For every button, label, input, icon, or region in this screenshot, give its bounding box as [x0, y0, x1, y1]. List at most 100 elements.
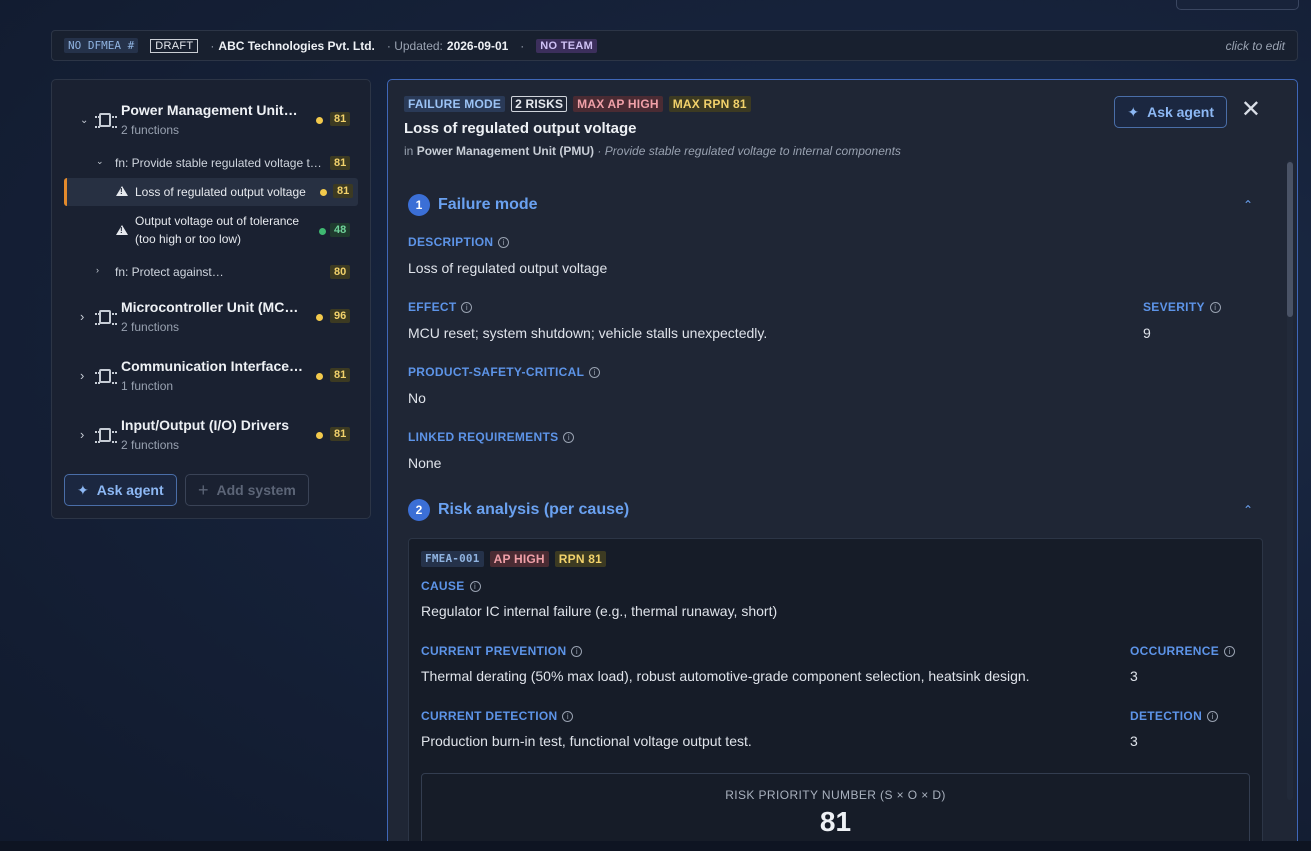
cause-label: CAUSE i	[421, 579, 481, 593]
risk-dot	[316, 314, 323, 321]
severity-value[interactable]: 9	[1143, 325, 1151, 341]
separator: ·	[520, 38, 525, 53]
function-name: fn: Protect against…	[115, 265, 224, 279]
occurrence-label: OCCURRENCE i	[1130, 644, 1236, 658]
system-name: Input/Output (I/O) Drivers	[121, 417, 289, 433]
info-icon[interactable]: i	[562, 710, 574, 722]
chevron-right-icon[interactable]: ›	[80, 427, 84, 442]
tree-system-row[interactable]: › Input/Output (I/O) Drivers 2 functions…	[52, 415, 370, 461]
prevention-value[interactable]: Thermal derating (50% max load), robust …	[421, 668, 1030, 684]
detection-value[interactable]: 3	[1130, 733, 1138, 749]
max-ap-pill: MAX AP HIGH	[573, 96, 663, 112]
severity-label: SEVERITY i	[1143, 300, 1221, 314]
close-icon[interactable]: ✕	[1241, 98, 1261, 122]
score-badge: 96	[330, 309, 351, 323]
chevron-right-icon[interactable]: ›	[80, 368, 84, 383]
edit-hint: click to edit	[1225, 38, 1285, 53]
detection-control-label: CURRENT DETECTION i	[421, 709, 574, 723]
chip-icon	[95, 428, 115, 443]
chevron-right-icon[interactable]: ›	[96, 265, 99, 275]
plus-icon: +	[198, 479, 209, 500]
score-badge: 80	[330, 265, 351, 279]
info-icon[interactable]: i	[461, 301, 473, 313]
add-system-button[interactable]: + Add system	[185, 474, 309, 506]
linked-requirements-label: LINKED REQUIREMENTS i	[408, 430, 575, 444]
section-number: 2	[408, 499, 430, 521]
info-icon[interactable]: i	[498, 236, 510, 248]
info-icon[interactable]: i	[563, 431, 575, 443]
taskbar	[0, 841, 1311, 851]
system-tree-sidebar: ⌄ Power Management Unit… 2 functions 81 …	[51, 79, 371, 519]
tree-system-row[interactable]: › Communication Interface… 1 function 81	[52, 356, 370, 402]
failure-mode-name-line1: Output voltage out of tolerance	[135, 214, 300, 228]
chevron-down-icon[interactable]: ⌄	[96, 156, 104, 167]
scrollbar-thumb[interactable]	[1287, 162, 1293, 317]
info-icon[interactable]: i	[589, 366, 601, 378]
system-function-count: 2 functions	[121, 123, 180, 137]
breadcrumb: in Power Management Unit (PMU) · Provide…	[404, 144, 901, 158]
risk-id-pill: FMEA-001	[421, 551, 484, 567]
ask-agent-label: Ask agent	[96, 482, 164, 498]
ap-pill: AP HIGH	[489, 551, 549, 567]
tree-failure-mode-row[interactable]: Output voltage out of tolerance (too hig…	[64, 212, 358, 252]
failure-mode-detail-panel: FAILURE MODE 2 RISKS MAX AP HIGH MAX RPN…	[387, 79, 1298, 851]
chevron-down-icon[interactable]: ⌄	[80, 115, 88, 126]
score-badge: 81	[330, 368, 351, 382]
warning-icon	[116, 186, 128, 196]
cause-value[interactable]: Regulator IC internal failure (e.g., the…	[421, 603, 777, 619]
system-function-count: 1 function	[121, 379, 174, 393]
type-pill: FAILURE MODE	[404, 96, 506, 112]
add-system-label: Add system	[216, 482, 296, 498]
risk-dot	[316, 373, 323, 380]
page-title: Loss of regulated output voltage	[404, 120, 637, 137]
effect-label: EFFECT i	[408, 300, 473, 314]
occurrence-value[interactable]: 3	[1130, 668, 1138, 684]
chevron-right-icon[interactable]: ›	[80, 309, 84, 324]
info-icon[interactable]: i	[1209, 301, 1221, 313]
top-button-stub[interactable]	[1176, 0, 1299, 10]
chip-icon	[95, 310, 115, 325]
score-badge: 81	[333, 184, 354, 198]
info-icon[interactable]: i	[469, 580, 481, 592]
function-name: fn: Provide stable regulated voltage t…	[115, 156, 322, 170]
risk-pills: FMEA-001 AP HIGH RPN 81	[421, 551, 606, 567]
detail-pills: FAILURE MODE 2 RISKS MAX AP HIGH MAX RPN…	[404, 96, 751, 112]
chevron-up-icon[interactable]: ⌃	[1243, 198, 1253, 212]
chevron-up-icon[interactable]: ⌃	[1243, 503, 1253, 517]
ask-agent-button[interactable]: ✦ Ask agent	[64, 474, 177, 506]
score-badge: 81	[330, 427, 351, 441]
ask-agent-label: Ask agent	[1147, 104, 1214, 120]
magic-wand-icon: ✦	[77, 481, 89, 498]
rpn-label: RISK PRIORITY NUMBER (S × O × D)	[725, 788, 946, 802]
dfmea-header-bar[interactable]: NO DFMEA # DRAFT · ABC Technologies Pvt.…	[51, 30, 1298, 61]
safety-critical-value[interactable]: No	[408, 390, 426, 406]
info-icon[interactable]: i	[1207, 710, 1219, 722]
effect-value[interactable]: MCU reset; system shutdown; vehicle stal…	[408, 325, 767, 341]
tree-function-row[interactable]: › fn: Protect against… 80	[52, 260, 370, 284]
tree-system-row[interactable]: › Microcontroller Unit (MC… 2 functions …	[52, 297, 370, 343]
section-risk-analysis-header[interactable]: 2 Risk analysis (per cause)	[408, 499, 629, 521]
risk-dot	[316, 432, 323, 439]
system-function-count: 2 functions	[121, 438, 180, 452]
info-icon[interactable]: i	[1224, 645, 1236, 657]
team-badge: NO TEAM	[536, 38, 598, 53]
tree-system-row[interactable]: ⌄ Power Management Unit… 2 functions 81	[52, 100, 370, 146]
ask-agent-button[interactable]: ✦ Ask agent	[1114, 96, 1227, 128]
magic-wand-icon: ✦	[1127, 103, 1140, 120]
status-badge: DRAFT	[150, 38, 199, 53]
risk-card: FMEA-001 AP HIGH RPN 81 CAUSE i Regulator…	[408, 538, 1263, 851]
prevention-label: CURRENT PREVENTION i	[421, 644, 583, 658]
description-value[interactable]: Loss of regulated output voltage	[408, 260, 607, 276]
info-icon[interactable]: i	[571, 645, 583, 657]
tree-failure-mode-row-active[interactable]: Loss of regulated output voltage 81	[64, 178, 358, 206]
section-failure-mode-header[interactable]: 1 Failure mode	[408, 194, 538, 216]
linked-requirements-value[interactable]: None	[408, 455, 441, 471]
failure-mode-name-line2: (too high or too low)	[135, 232, 242, 246]
parent-system-link[interactable]: Power Management Unit (PMU)	[417, 144, 594, 158]
detection-control-value[interactable]: Production burn-in test, functional volt…	[421, 733, 752, 749]
section-title: Risk analysis (per cause)	[438, 501, 630, 518]
section-title: Failure mode	[438, 196, 538, 213]
dfmea-number-tag: NO DFMEA #	[64, 38, 139, 53]
company-prefix: ·	[210, 38, 215, 53]
tree-function-row[interactable]: ⌄ fn: Provide stable regulated voltage t…	[52, 151, 370, 175]
